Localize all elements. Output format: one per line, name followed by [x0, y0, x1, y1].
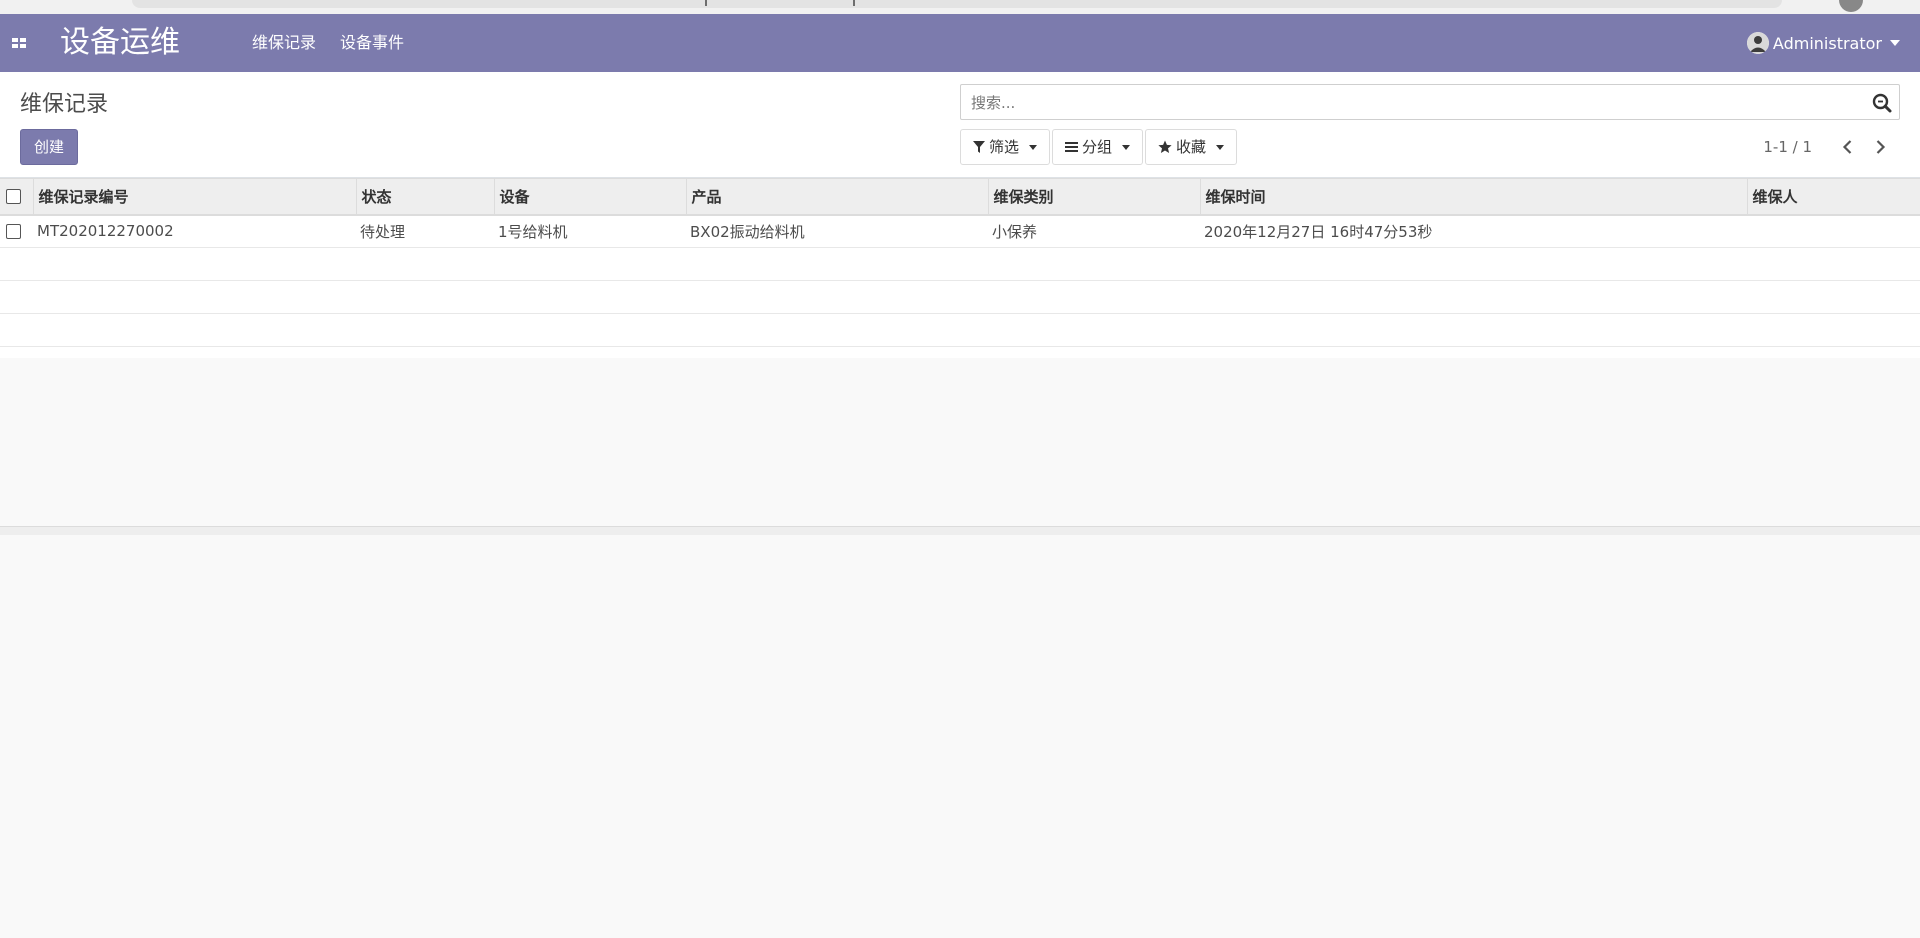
chevron-right-icon — [1876, 140, 1886, 154]
column-header-time[interactable]: 维保时间 — [1199, 178, 1747, 216]
list-icon — [1065, 142, 1079, 152]
user-menu[interactable]: Administrator — [1746, 14, 1900, 72]
grid-icon — [12, 38, 26, 48]
chevron-down-icon — [1890, 40, 1900, 46]
column-header-product[interactable]: 产品 — [685, 178, 988, 216]
filter-label: 筛选 — [989, 138, 1020, 156]
browser-chrome-strip — [0, 0, 1920, 14]
cell-status: 待处理 — [356, 214, 494, 248]
chevron-left-icon — [1842, 140, 1852, 154]
favorites-dropdown-button[interactable]: 收藏 — [1145, 129, 1238, 165]
cell-record-number: MT202012270002 — [33, 214, 356, 248]
top-navbar: 设备运维 维保记录 设备事件 Administrator — [0, 14, 1920, 72]
table-header-row: 维保记录编号 状态 设备 产品 维保类别 维保时间 维保人 — [0, 178, 1920, 216]
empty-row — [0, 247, 1920, 281]
menu-item-equipment-events[interactable]: 设备事件 — [328, 14, 416, 72]
row-checkbox[interactable] — [6, 224, 21, 240]
search-box — [960, 84, 1900, 120]
chevron-down-icon — [1216, 144, 1225, 150]
pager-previous-button[interactable] — [1838, 137, 1858, 157]
table-footer — [0, 526, 1920, 535]
table-row[interactable]: MT202012270002 待处理 1号给料机 BX02振动给料机 小保养 2… — [0, 214, 1920, 248]
filter-icon — [973, 141, 985, 153]
app-brand: 设备运维 — [60, 25, 180, 60]
column-header-equipment[interactable]: 设备 — [493, 178, 686, 216]
groupby-dropdown-button[interactable]: 分组 — [1052, 129, 1144, 165]
breadcrumb: 维保记录 — [20, 92, 109, 117]
empty-row — [0, 280, 1920, 314]
cell-time: 2020年12月27日 16时47分53秒 — [1200, 214, 1747, 248]
apps-menu-toggle[interactable] — [8, 32, 30, 54]
search-options: 筛选 分组 收藏 — [960, 129, 1239, 165]
cell-product: BX02振动给料机 — [686, 214, 988, 248]
search-icon[interactable] — [1871, 92, 1893, 114]
user-icon — [1746, 32, 1769, 54]
empty-row — [0, 313, 1920, 347]
select-all-checkbox[interactable] — [6, 189, 21, 205]
bar-tick — [705, 0, 707, 6]
column-header-maintainer[interactable]: 维保人 — [1746, 178, 1920, 216]
pager-value[interactable]: 1-1 / 1 — [1763, 138, 1812, 156]
star-icon — [1158, 140, 1172, 153]
row-select-cell — [0, 214, 33, 248]
pager-next-button[interactable] — [1870, 137, 1890, 157]
column-header-record-number[interactable]: 维保记录编号 — [32, 178, 356, 216]
column-header-category[interactable]: 维保类别 — [987, 178, 1200, 216]
create-button[interactable]: 创建 — [20, 129, 78, 165]
cell-equipment: 1号给料机 — [494, 214, 686, 248]
list-view: 维保记录编号 状态 设备 产品 维保类别 维保时间 维保人 MT20201227… — [0, 178, 1920, 535]
bar-tick — [853, 0, 855, 6]
empty-cell — [0, 313, 1920, 347]
select-all-cell — [0, 178, 33, 216]
filter-dropdown-button[interactable]: 筛选 — [960, 129, 1051, 165]
cell-maintainer — [1747, 214, 1920, 248]
groupby-label: 分组 — [1082, 138, 1113, 156]
records-table: 维保记录编号 状态 设备 产品 维保类别 维保时间 维保人 MT20201227… — [0, 178, 1920, 347]
favorites-label: 收藏 — [1176, 138, 1207, 156]
chevron-down-icon — [1029, 144, 1038, 150]
cell-category: 小保养 — [988, 214, 1200, 248]
column-header-status[interactable]: 状态 — [355, 178, 494, 216]
control-panel: 维保记录 创建 筛选 分组 — [0, 72, 1920, 178]
main-menu: 维保记录 设备事件 — [240, 14, 416, 72]
empty-cell — [0, 280, 1920, 314]
menu-item-maintenance-records[interactable]: 维保记录 — [240, 14, 328, 72]
user-name: Administrator — [1772, 33, 1882, 53]
chevron-down-icon — [1122, 144, 1131, 150]
pager: 1-1 / 1 — [1763, 129, 1890, 165]
search-input[interactable] — [969, 91, 1849, 115]
address-bar-edge — [132, 0, 1782, 8]
empty-cell — [0, 247, 1920, 281]
profile-circle — [1839, 0, 1863, 12]
avatar — [1746, 32, 1769, 54]
